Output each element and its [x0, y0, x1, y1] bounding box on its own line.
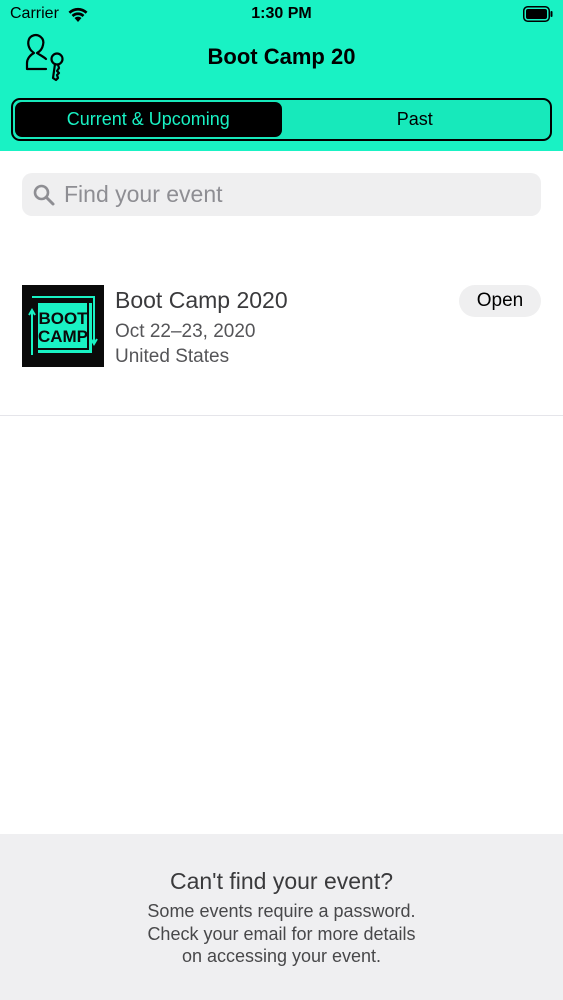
event-name: Boot Camp 2020	[115, 287, 288, 313]
footer-line: Some events require a password.	[147, 901, 416, 921]
event-logo: BOOT CAMP	[22, 285, 104, 367]
tab-current-upcoming[interactable]: Current & Upcoming	[15, 102, 282, 137]
footer-title: Can't find your event?	[169, 868, 394, 894]
status-bar: Carrier 1:30 PM	[0, 0, 563, 30]
search-bar	[22, 173, 541, 216]
segmented-control: Current & Upcoming Past	[11, 98, 552, 141]
event-dates: Oct 22–23, 2020	[115, 321, 256, 342]
search-icon	[33, 184, 55, 206]
search-input[interactable]	[64, 173, 524, 216]
boot-camp-logo: BOOT CAMP	[28, 296, 98, 355]
logo-text-camp: CAMP	[38, 327, 88, 346]
clock: 1:30 PM	[251, 5, 312, 22]
footer-line: Check your email for more details	[147, 923, 416, 944]
help-footer: Can't find your event? Some events requi…	[0, 834, 563, 1000]
footer-message: Some events require a password. Check yo…	[0, 900, 563, 968]
page-title: Boot Camp 20	[207, 44, 356, 69]
event-list-item[interactable]: BOOT CAMP Boot Camp 2020 Oct 22–23, 2020…	[0, 262, 563, 416]
logo-text-boot: BOOT	[38, 309, 88, 328]
battery-icon	[523, 6, 553, 22]
header: Carrier 1:30 PM Boot Camp 20 Current & U…	[0, 0, 563, 151]
open-event-button[interactable]: Open	[459, 285, 541, 317]
event-location: United States	[115, 346, 230, 367]
footer-line: on accessing your event.	[181, 946, 382, 966]
tab-past[interactable]: Past	[282, 102, 549, 137]
